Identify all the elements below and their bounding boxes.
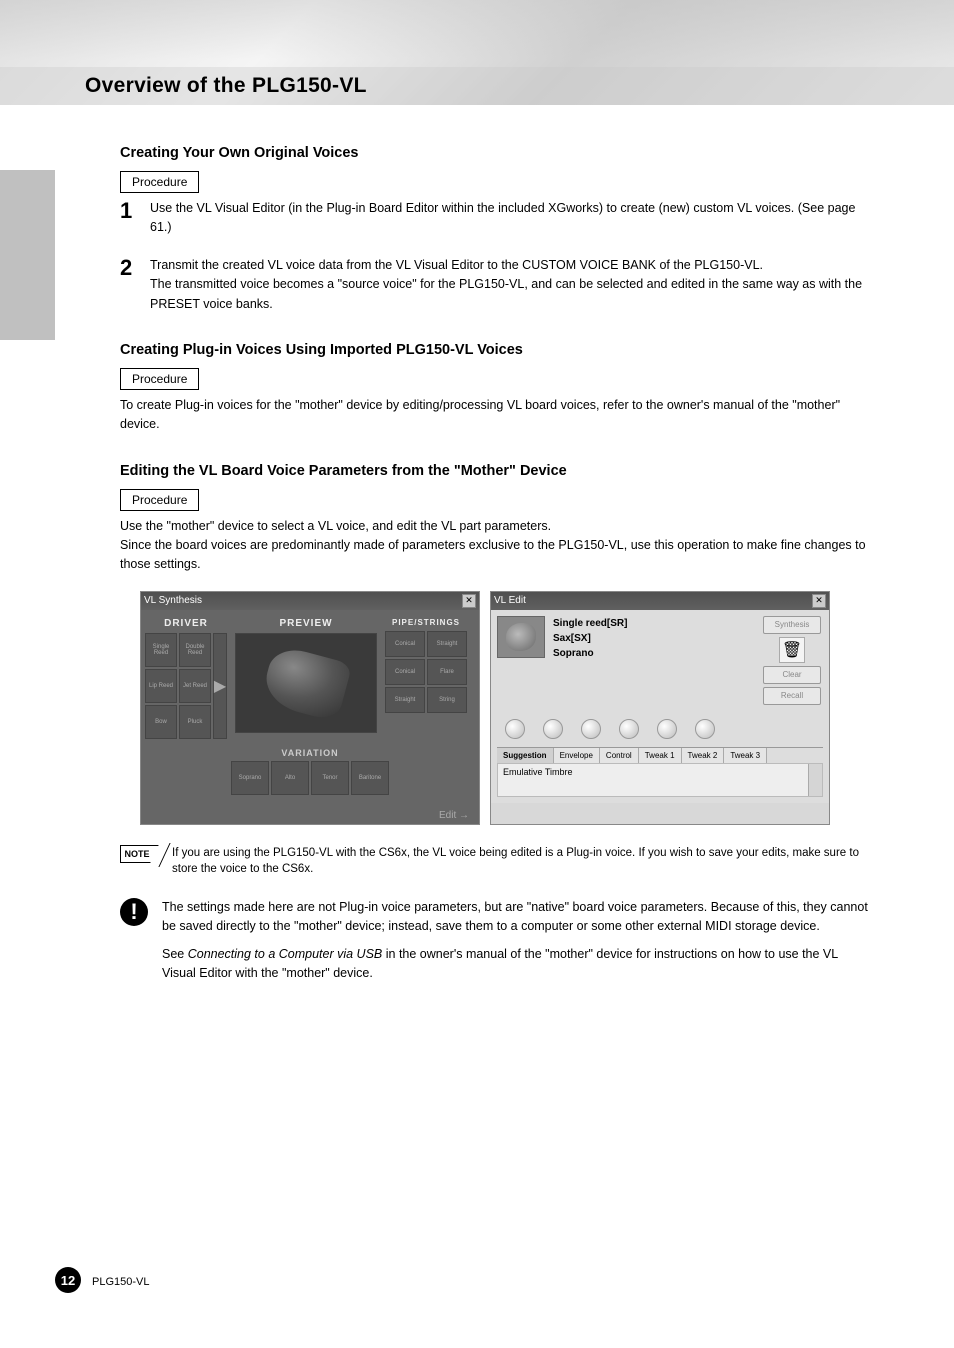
page-title: Overview of the PLG150-VL [85, 74, 954, 98]
page-number: 12 [55, 1267, 81, 1293]
info-text: Emulative Timbre [503, 767, 573, 777]
ss2-title: VL Edit [494, 595, 526, 606]
notice-para2: See Connecting to a Computer via USB in … [162, 945, 869, 984]
tab-tweak1[interactable]: Tweak 1 [639, 748, 682, 763]
var-cell[interactable]: Tenor [311, 761, 349, 795]
preview-label: PREVIEW [235, 614, 377, 633]
board-para2: Since the board voices are predominantly… [120, 538, 866, 571]
notice-para1: The settings made here are not Plug-in v… [162, 898, 869, 937]
usb-link: Connecting to a Computer via USB [188, 947, 383, 961]
synthesis-button[interactable]: Synthesis [763, 616, 821, 634]
tab-tweak3[interactable]: Tweak 3 [724, 748, 767, 763]
step-1-text: Use the VL Visual Editor (in the Plug-in… [150, 199, 869, 238]
preview-shape-icon [260, 643, 353, 722]
ss1-title: VL Synthesis [144, 595, 202, 606]
board-edit-para: Use the "mother" device to select a VL v… [120, 517, 869, 575]
ss2-close-icon[interactable]: ✕ [812, 594, 826, 608]
knobs-row [497, 713, 823, 747]
tabs-row: Suggestion Envelope Control Tweak 1 Twea… [497, 747, 823, 763]
pipe-cell[interactable]: Flare [427, 659, 467, 685]
pipe-cell[interactable]: Conical [385, 631, 425, 657]
knob-icon[interactable] [581, 719, 601, 739]
driver-arrow-icon[interactable]: ▶ [213, 633, 227, 739]
vl-synthesis-window: VL Synthesis ✕ DRIVER Single Reed Double… [140, 591, 480, 825]
heading-plugin-edit: Creating Plug-in Voices Using Imported P… [120, 342, 869, 358]
tab-tweak2[interactable]: Tweak 2 [682, 748, 725, 763]
ss2-line3: Soprano [553, 646, 761, 661]
ss2-line1: Single reed[SR] [553, 616, 761, 631]
footer-text: PLG150-VL [92, 1276, 149, 1288]
tab-envelope[interactable]: Envelope [554, 748, 600, 763]
driver-cell[interactable]: Jet Reed [179, 669, 211, 703]
content-area: Creating Your Own Original Voices Proced… [0, 105, 954, 984]
procedure-label-2: Procedure [120, 368, 199, 390]
board-para1: Use the "mother" device to select a VL v… [120, 519, 551, 533]
pipe-cell[interactable]: Conical [385, 659, 425, 685]
step-num-1: 1 [120, 199, 150, 238]
side-tab [0, 170, 55, 340]
step-2-text: Transmit the created VL voice data from … [150, 256, 869, 314]
notice-text: The settings made here are not Plug-in v… [162, 898, 869, 984]
pipe-label: PIPE/STRINGS [385, 614, 467, 631]
header-banner: Overview of the PLG150-VL [0, 0, 954, 105]
driver-cell[interactable]: Single Reed [145, 633, 177, 667]
heading-creating: Creating Your Own Original Voices [120, 145, 869, 161]
heading-board-edit: Editing the VL Board Voice Parameters fr… [120, 463, 869, 479]
step2-text-cont: The transmitted voice becomes a "source … [150, 277, 862, 310]
tab-suggestion[interactable]: Suggestion [497, 748, 554, 763]
driver-cell[interactable]: Pluck [179, 705, 211, 739]
thumb-shape-icon [506, 623, 536, 651]
ss2-line2: Sax[SX] [553, 631, 761, 646]
trash-icon[interactable]: 🗑 [779, 637, 805, 663]
ss2-info-lines: Single reed[SR] Sax[SX] Soprano [545, 616, 761, 705]
recall-button[interactable]: Recall [763, 687, 821, 705]
pipe-cell[interactable]: String [427, 687, 467, 713]
scrollbar[interactable] [808, 764, 822, 796]
note-icon: NOTE [120, 845, 160, 863]
var-cell[interactable]: Baritone [351, 761, 389, 795]
knob-icon[interactable] [505, 719, 525, 739]
var-cell[interactable]: Alto [271, 761, 309, 795]
knob-icon[interactable] [657, 719, 677, 739]
driver-cell[interactable]: Bow [145, 705, 177, 739]
var-cell[interactable]: Soprano [231, 761, 269, 795]
step2-text-main: Transmit the created VL voice data from … [150, 258, 763, 272]
pipe-cell[interactable]: Straight [427, 631, 467, 657]
notice-prefix: See [162, 947, 188, 961]
knob-icon[interactable] [695, 719, 715, 739]
ss2-thumb [497, 616, 545, 658]
screenshots-row: VL Synthesis ✕ DRIVER Single Reed Double… [140, 591, 869, 825]
knob-icon[interactable] [619, 719, 639, 739]
vl-edit-window: VL Edit ✕ Single reed[SR] Sax[SX] Sopran… [490, 591, 830, 825]
ss1-close-icon[interactable]: ✕ [462, 594, 476, 608]
edit-link[interactable]: Edit → [141, 807, 479, 824]
note-text: If you are using the PLG150-VL with the … [172, 845, 869, 878]
driver-cell[interactable]: Lip Reed [145, 669, 177, 703]
pipe-cell[interactable]: Straight [385, 687, 425, 713]
ss2-titlebar: VL Edit ✕ [491, 592, 829, 610]
preview-box [235, 633, 377, 733]
ss1-titlebar: VL Synthesis ✕ [141, 592, 479, 610]
clear-button[interactable]: Clear [763, 666, 821, 684]
plugin-edit-para: To create Plug-in voices for the "mother… [120, 396, 869, 435]
exclamation-icon: ! [120, 898, 148, 926]
tab-control[interactable]: Control [600, 748, 639, 763]
variation-label: VARIATION [141, 748, 479, 758]
procedure-label-1: Procedure [120, 171, 199, 193]
driver-cell[interactable]: Double Reed [179, 633, 211, 667]
knob-icon[interactable] [543, 719, 563, 739]
step-num-2: 2 [120, 256, 150, 314]
title-bar: Overview of the PLG150-VL [0, 67, 954, 105]
procedure-label-3: Procedure [120, 489, 199, 511]
driver-label: DRIVER [145, 614, 227, 633]
info-box: Emulative Timbre [497, 763, 823, 797]
